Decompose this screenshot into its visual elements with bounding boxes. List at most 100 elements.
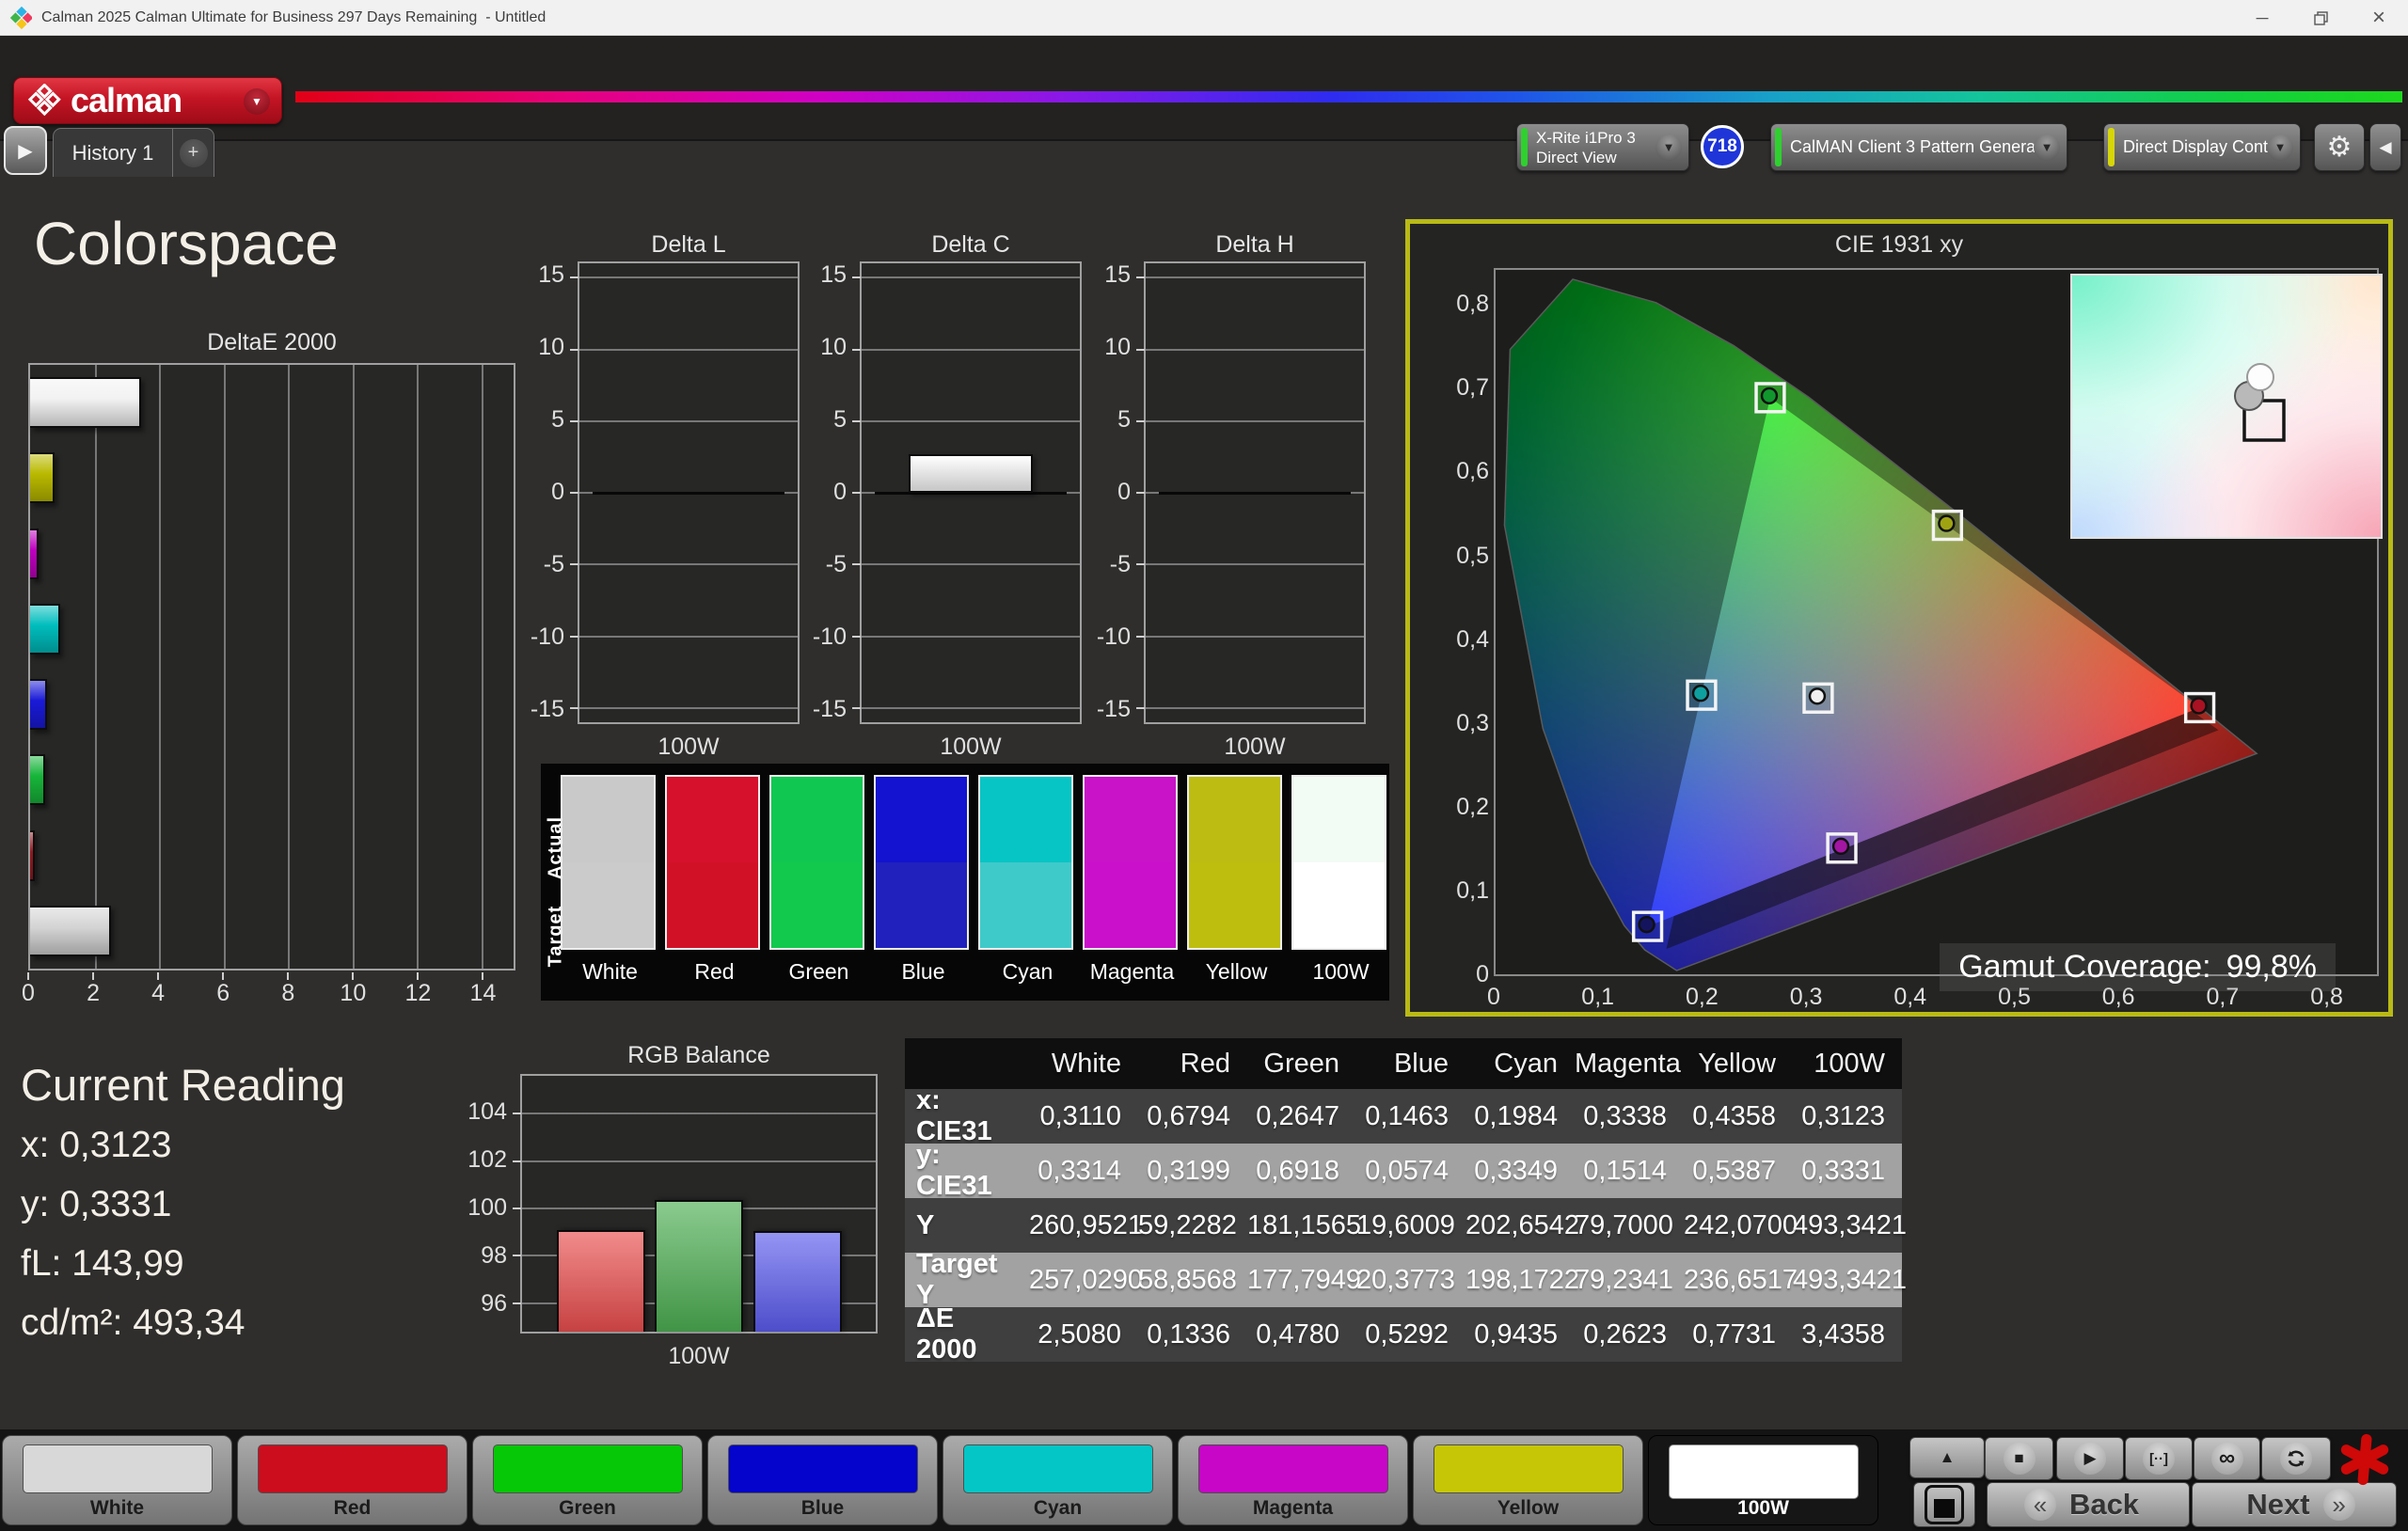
swatch-box <box>769 775 864 950</box>
tick-mark <box>570 636 578 638</box>
table-value: 0,2623 <box>1575 1319 1684 1350</box>
cie-y-tick: 0,8 <box>1433 291 1489 318</box>
display-status-stripe <box>2108 128 2115 166</box>
deltae-bar-green <box>30 754 45 805</box>
table-value: 2,5080 <box>1029 1319 1138 1350</box>
y-tick-label: 10 <box>807 334 847 361</box>
range-button[interactable]: [··] <box>2125 1437 2193 1480</box>
workflow-tabs: History 1 + <box>53 128 214 177</box>
x-tick-label: 2 <box>65 980 121 1007</box>
rgb-bar-red <box>557 1230 645 1332</box>
gridline <box>862 636 1080 638</box>
pattern-button-cyan[interactable]: Cyan <box>943 1435 1173 1525</box>
back-label: Back <box>2069 1488 2139 1522</box>
chevron-down-icon: ▼ <box>1656 134 1682 161</box>
deltae-bar-cyan <box>30 604 60 655</box>
pattern-button-blue[interactable]: Blue <box>707 1435 938 1525</box>
gridline <box>579 636 798 638</box>
table-value: 0,1463 <box>1356 1101 1465 1132</box>
rainbow-divider <box>295 91 2402 103</box>
pattern-generator-dropdown[interactable]: CalMAN Client 3 Pattern Generator ▼ <box>1770 123 2067 171</box>
meter-dropdown[interactable]: X-Rite i1Pro 3 Direct View ▼ <box>1516 123 1689 171</box>
tick-mark <box>1136 420 1145 422</box>
sidebar-expander-button[interactable]: ▶ <box>4 126 47 175</box>
close-button[interactable]: × <box>2350 0 2408 36</box>
tick-mark <box>852 276 861 278</box>
gridline <box>1146 420 1364 422</box>
tick-mark <box>482 972 483 980</box>
gridline <box>1146 276 1364 278</box>
pattern-button-100w[interactable]: 100W <box>1648 1435 1878 1525</box>
y-tick-label: 0 <box>1091 479 1131 506</box>
gridline <box>1146 349 1364 351</box>
app-logo-icon <box>9 7 32 29</box>
minimize-button[interactable]: ─ <box>2233 0 2291 36</box>
x-tick-label: 14 <box>454 980 511 1007</box>
meter-reading-badge: 718 <box>1701 125 1744 168</box>
pattern-swatch <box>1434 1444 1624 1493</box>
pattern-button-label: Green <box>473 1497 702 1520</box>
back-button[interactable]: « Back <box>1987 1482 2190 1527</box>
deltae-plot[interactable] <box>28 363 515 971</box>
swatch-actual <box>1085 777 1176 862</box>
table-value: 19,6009 <box>1356 1210 1465 1241</box>
tick-mark <box>1136 492 1145 494</box>
calman-menu-button[interactable]: calman ▼ <box>13 77 282 124</box>
gridline <box>1146 707 1364 709</box>
y-tick-label: 5 <box>1091 406 1131 434</box>
pattern-swatch <box>23 1444 213 1493</box>
row-label: Target Y <box>905 1249 1029 1311</box>
y-tick-label: 10 <box>525 334 564 361</box>
stop-button[interactable]: ■ <box>1985 1437 2053 1480</box>
swatch-box <box>1187 775 1282 950</box>
swatch-box <box>665 775 760 950</box>
gridline <box>1146 563 1364 565</box>
gridline <box>862 420 1080 422</box>
pattern-button-yellow[interactable]: Yellow <box>1413 1435 1643 1525</box>
delta-l-chart[interactable]: Delta L 151050-5-10-15 100W <box>525 231 800 764</box>
table-header-cell: Magenta <box>1575 1049 1684 1080</box>
collapse-panel-button[interactable]: ◀ <box>2369 123 2401 171</box>
swatch-target <box>667 862 758 948</box>
gridline <box>579 420 798 422</box>
pattern-up-button[interactable]: ▲ <box>1909 1437 1985 1478</box>
tick-mark <box>852 636 861 638</box>
play-button[interactable]: ▶ <box>2056 1437 2124 1480</box>
table-value: 0,6794 <box>1138 1101 1247 1132</box>
display-control-dropdown[interactable]: Direct Display Control ▼ <box>2103 123 2301 171</box>
pattern-window-button[interactable] <box>1913 1482 1975 1527</box>
next-button[interactable]: Next » <box>2192 1482 2397 1527</box>
bar-row <box>30 440 514 515</box>
swatch-label: Yellow <box>1187 959 1286 985</box>
table-header-cell: Red <box>1138 1049 1247 1080</box>
y-tick-label: 0 <box>525 479 564 506</box>
y-tick-label: 5 <box>525 406 564 434</box>
zero-baseline <box>593 492 784 495</box>
delta-h-chart[interactable]: Delta H 151050-5-10-15 100W <box>1091 231 1366 764</box>
settings-button[interactable]: ⚙ <box>2314 123 2365 171</box>
refresh-button[interactable] <box>2261 1437 2331 1480</box>
cie-1931-panel[interactable]: CIE 1931 xy 00,10,20,30,40,50,60,70,800,… <box>1405 219 2393 1017</box>
pattern-button-white[interactable]: White <box>2 1435 232 1525</box>
tab-history-1[interactable]: History 1 <box>54 129 172 177</box>
pattern-button-red[interactable]: Red <box>237 1435 467 1525</box>
actual-target-swatch-panel[interactable]: Actual Target WhiteRedGreenBlueCyanMagen… <box>541 764 1389 1001</box>
add-tab-button[interactable]: + <box>172 129 214 177</box>
tick-mark <box>513 1160 521 1162</box>
x-tick-label: 6 <box>195 980 251 1007</box>
pattern-button-green[interactable]: Green <box>472 1435 703 1525</box>
x-tick-label: 0 <box>0 980 56 1007</box>
pattern-button-magenta[interactable]: Magenta <box>1178 1435 1408 1525</box>
current-reading-title: Current Reading <box>21 1059 345 1111</box>
continuous-button[interactable]: ∞ <box>2194 1437 2260 1480</box>
alert-asterisk-icon[interactable] <box>2338 1433 2391 1486</box>
table-value: 0,9435 <box>1465 1319 1575 1350</box>
restore-button[interactable] <box>2291 0 2350 36</box>
table-value: 177,7949 <box>1247 1265 1356 1296</box>
tick-mark <box>570 563 578 565</box>
delta-c-chart[interactable]: Delta C 151050-5-10-15 100W <box>807 231 1082 764</box>
chevron-down-icon: ▼ <box>2034 134 2060 161</box>
swatch-label: Magenta <box>1083 959 1181 985</box>
rgb-balance-chart[interactable]: RGB Balance 1041021009896 100W <box>467 1042 885 1373</box>
table-header-cell: Yellow <box>1684 1049 1793 1080</box>
